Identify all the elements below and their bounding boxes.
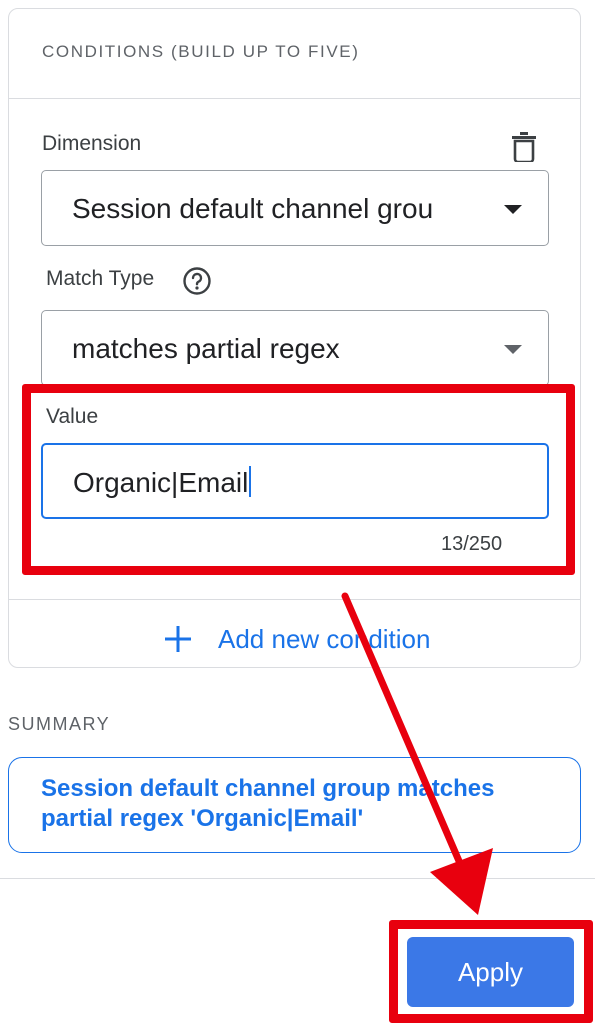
match-type-select-value: matches partial regex [72,333,340,364]
conditions-header: CONDITIONS (BUILD UP TO FIVE) [9,9,580,99]
annotation-highlight-apply [389,920,593,1023]
add-condition-button[interactable]: Add new condition [164,619,430,659]
chevron-down-icon [504,345,522,354]
help-icon[interactable] [182,266,212,296]
divider [9,599,580,600]
chevron-down-icon [504,205,522,214]
add-condition-label: Add new condition [218,623,431,654]
summary-text: Session default channel group matches pa… [41,775,495,832]
segment-conditions-panel: CONDITIONS (BUILD UP TO FIVE) Dimension … [0,0,595,1024]
summary-box: Session default channel group matches pa… [8,757,581,853]
dimension-select[interactable]: Session default channel grou [41,170,549,246]
annotation-highlight-value [22,384,575,575]
plus-icon [165,626,191,652]
trash-icon[interactable] [511,132,537,162]
match-type-label: Match Type [46,267,155,290]
match-type-select[interactable]: matches partial regex [41,310,549,386]
dimension-label: Dimension [42,132,142,155]
footer-divider [0,878,595,879]
conditions-header-text: CONDITIONS (BUILD UP TO FIVE) [42,42,360,61]
dimension-select-value: Session default channel grou [72,193,434,224]
summary-title: SUMMARY [8,714,111,734]
